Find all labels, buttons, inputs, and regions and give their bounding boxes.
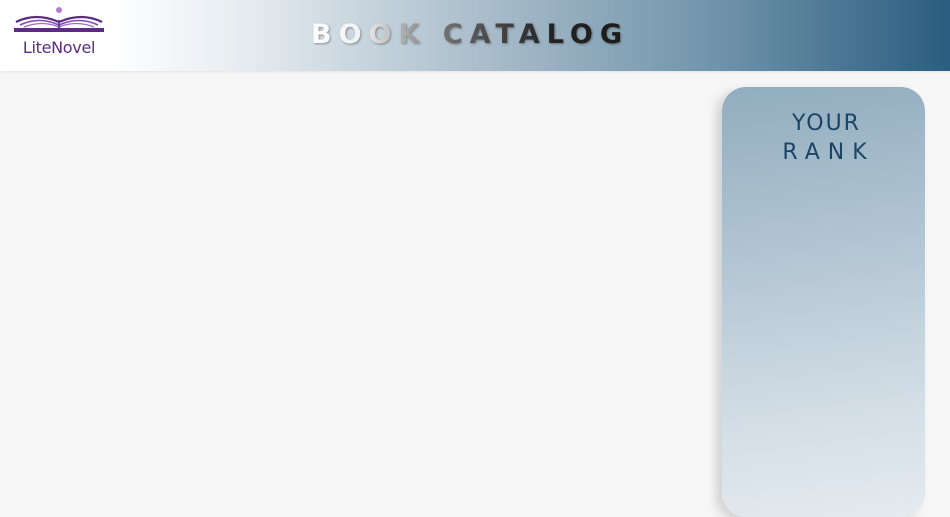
rank-title-line-1: YOUR — [792, 111, 861, 136]
logo[interactable]: LiteNovel — [0, 0, 108, 71]
open-book-icon — [14, 7, 104, 32]
logo-text: LiteNovel — [22, 38, 96, 57]
rank-title-line-2: RANK — [782, 140, 875, 165]
header-bar: LiteNovel BOOK CATALOG — [0, 0, 950, 71]
rank-panel: YOUR RANK — [722, 87, 925, 517]
page-title: BOOK CATALOG — [300, 15, 640, 55]
rank-title: YOUR RANK — [722, 109, 925, 167]
